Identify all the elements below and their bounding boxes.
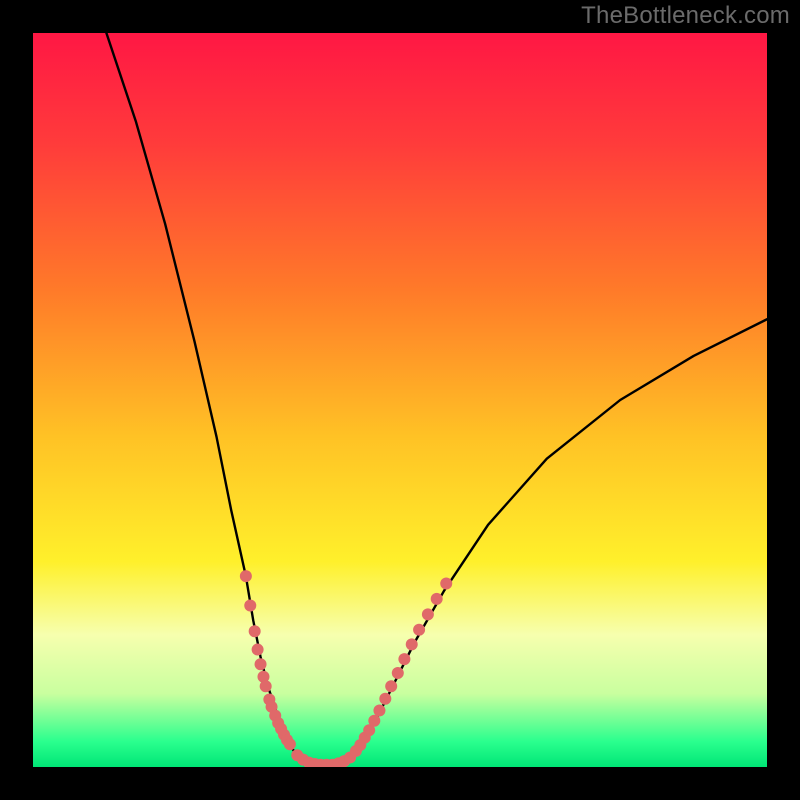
marker-right	[413, 624, 425, 636]
marker-right	[368, 715, 380, 727]
marker-left	[260, 680, 272, 692]
marker-right	[406, 638, 418, 650]
marker-right	[385, 680, 397, 692]
marker-left	[249, 625, 261, 637]
marker-left	[244, 600, 256, 612]
marker-left	[240, 570, 252, 582]
marker-right	[373, 704, 385, 716]
marker-left	[255, 658, 267, 670]
marker-right	[440, 578, 452, 590]
marker-right	[379, 693, 391, 705]
marker-left	[284, 738, 296, 750]
marker-right	[392, 667, 404, 679]
chart-container: TheBottleneck.com	[0, 0, 800, 800]
marker-right	[422, 608, 434, 620]
marker-left	[252, 644, 264, 656]
marker-right	[431, 593, 443, 605]
bottleneck-chart	[0, 0, 800, 800]
marker-right	[398, 653, 410, 665]
